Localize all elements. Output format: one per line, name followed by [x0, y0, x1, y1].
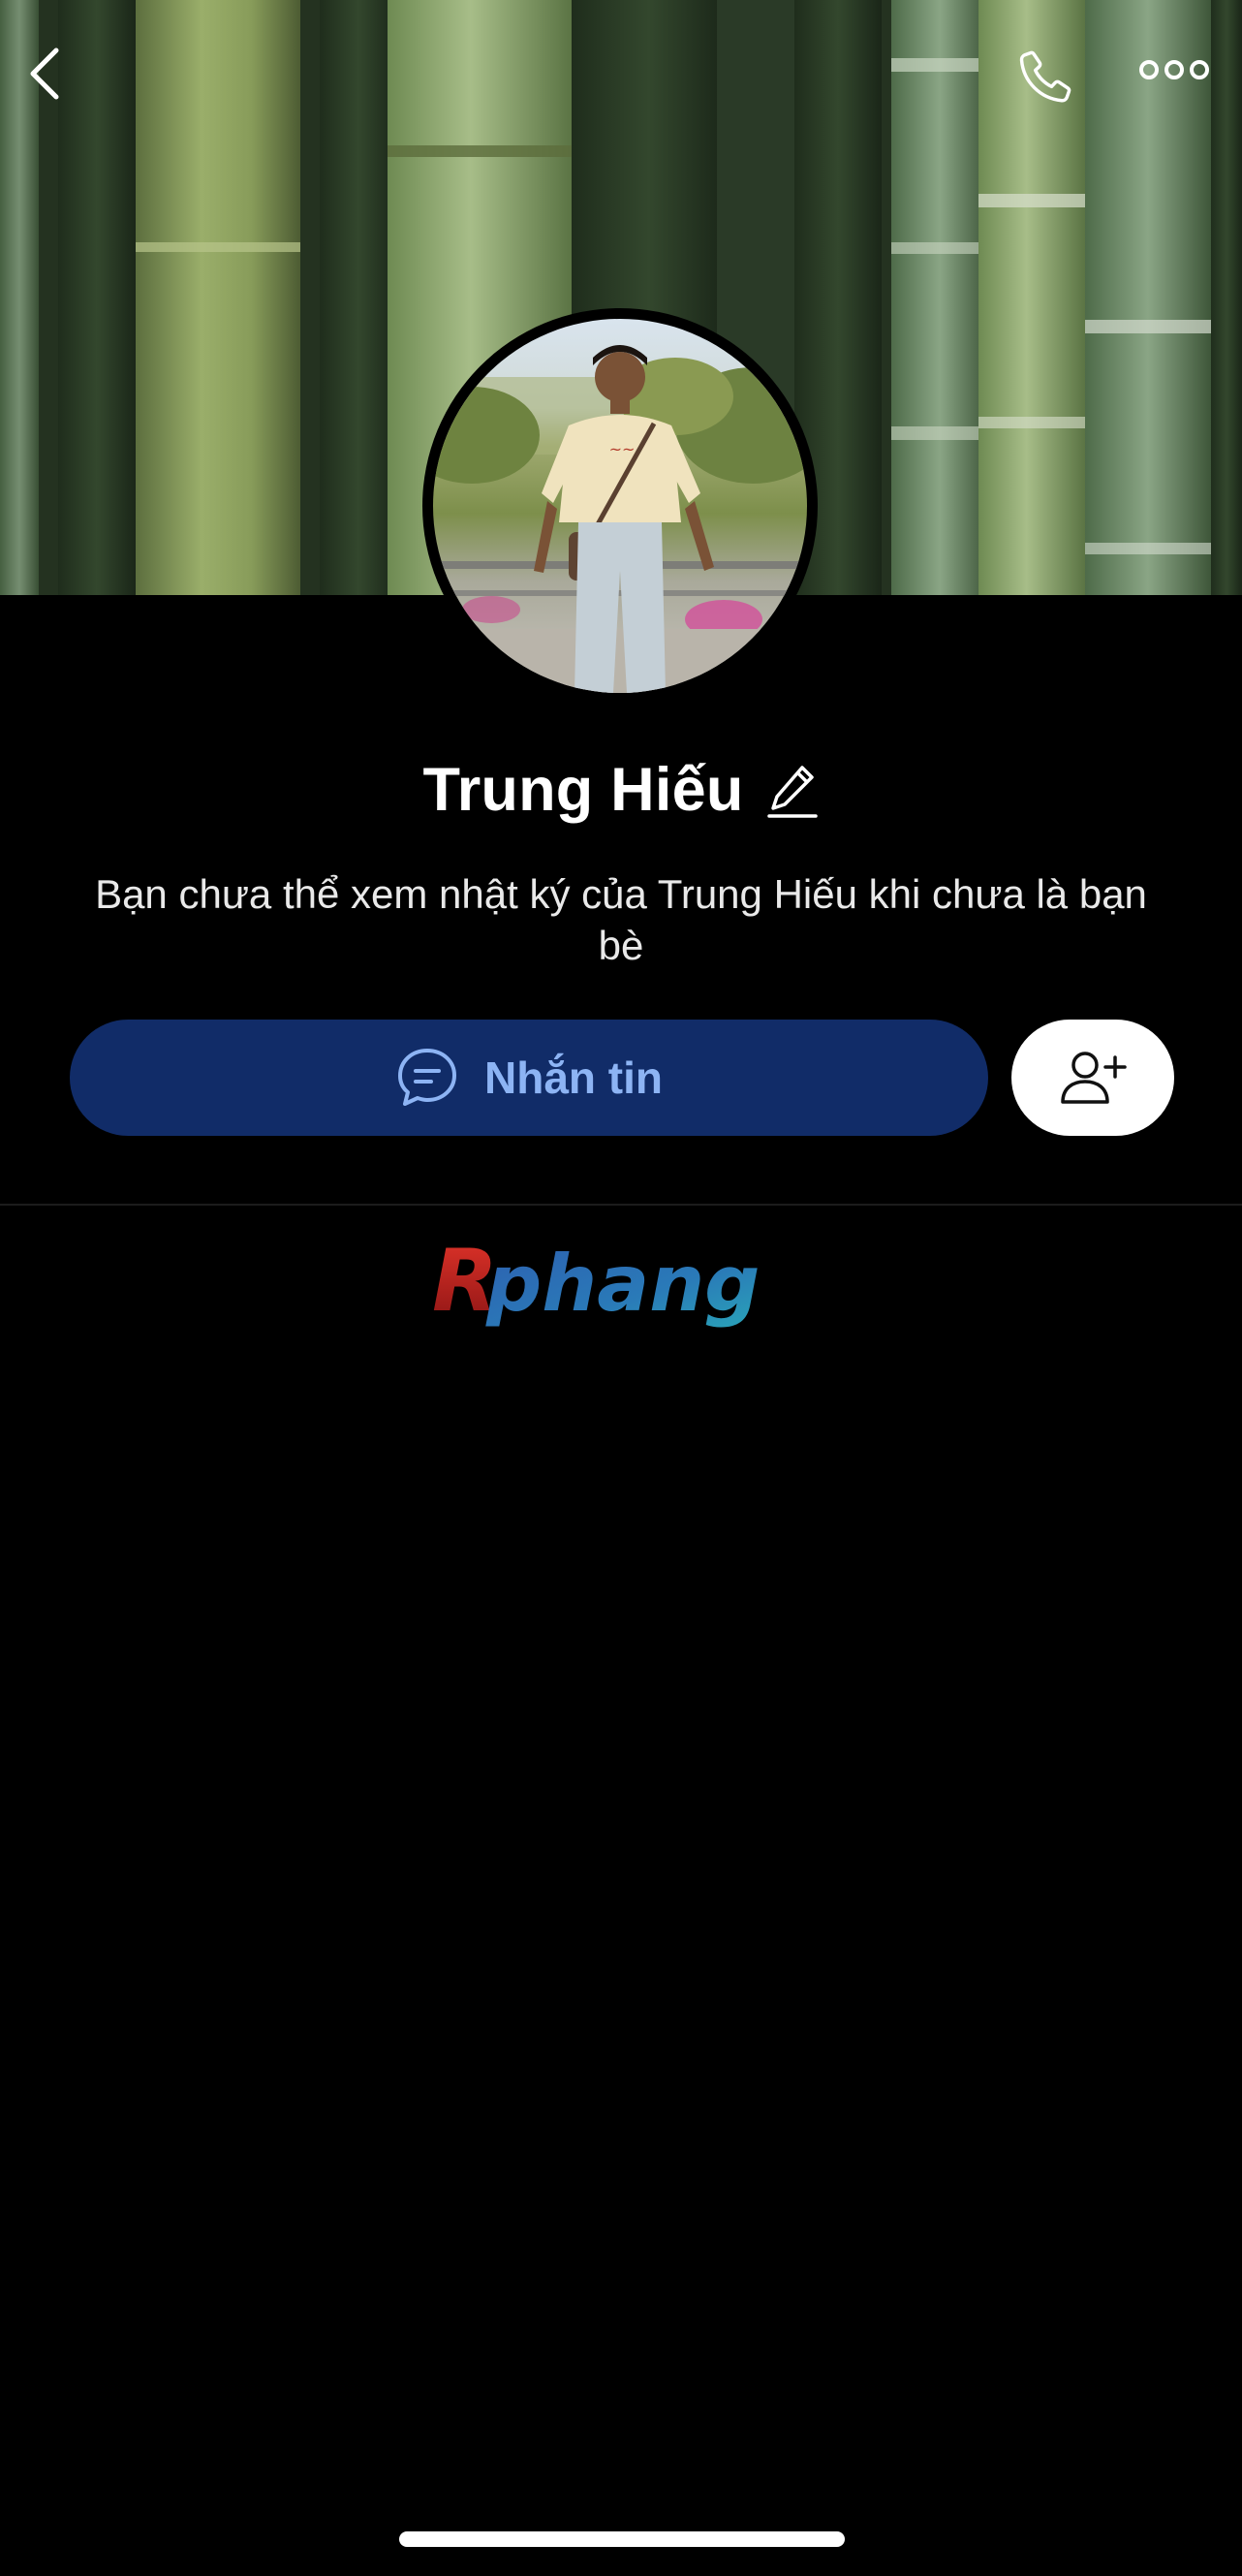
message-button-label: Nhắn tin	[484, 1052, 663, 1103]
chevron-left-icon	[30, 47, 59, 100]
home-indicator[interactable]	[399, 2531, 845, 2547]
add-friend-button[interactable]	[1011, 1020, 1174, 1136]
profile-name-row: Trung Hiếu	[0, 746, 1242, 833]
chat-bubble-icon	[398, 1049, 456, 1106]
call-button[interactable]	[1013, 47, 1095, 124]
section-divider	[0, 1204, 1242, 1206]
phone-icon	[1019, 50, 1071, 103]
pencil-icon[interactable]	[765, 760, 820, 820]
message-button[interactable]: Nhắn tin	[70, 1020, 988, 1136]
watermark-logo: R phang	[432, 1235, 760, 1331]
more-dots-icon	[1139, 60, 1209, 79]
profile-name: Trung Hiếu	[422, 756, 744, 824]
svg-text:~~: ~~	[609, 440, 636, 458]
avatar-photo: ~~	[433, 319, 807, 693]
add-user-icon	[1061, 1052, 1127, 1104]
back-button[interactable]	[27, 47, 89, 124]
profile-avatar[interactable]: ~~	[422, 308, 818, 704]
privacy-notice: Bạn chưa thể xem nhật ký của Trung Hiếu …	[95, 871, 1147, 968]
more-options-button[interactable]	[1139, 58, 1223, 112]
svg-text:phang: phang	[485, 1239, 760, 1329]
